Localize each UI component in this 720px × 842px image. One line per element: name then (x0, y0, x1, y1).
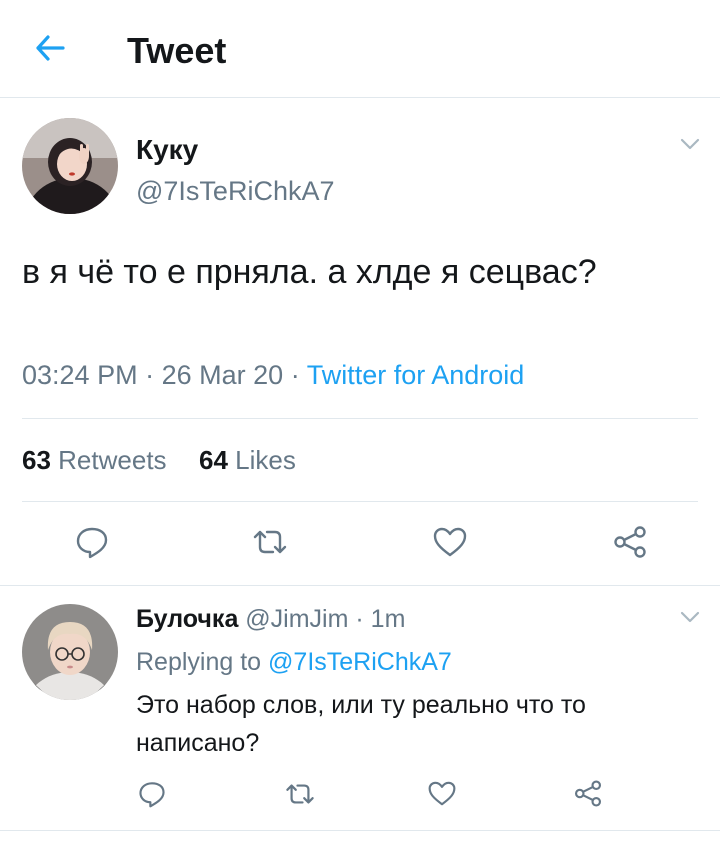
top-bar: Tweet (0, 0, 720, 98)
reply-button[interactable] (70, 522, 114, 566)
tweet-source-link[interactable]: Twitter for Android (307, 360, 525, 390)
share-icon (574, 780, 602, 812)
reply-author-avatar[interactable] (22, 604, 118, 700)
retweet-icon (251, 527, 289, 562)
author-avatar[interactable] (22, 118, 118, 214)
share-icon (613, 525, 647, 563)
back-button[interactable] (30, 32, 70, 68)
tweet-date: 26 Mar 20 (161, 360, 284, 390)
retweets-count: 63 (22, 445, 51, 475)
reply-header: Булочка @JimJim · 1m (136, 605, 405, 634)
retweet-button[interactable] (248, 522, 292, 566)
chevron-down-icon (680, 137, 700, 155)
divider (22, 418, 698, 419)
likes-stat[interactable]: 64 Likes (199, 445, 296, 475)
heart-icon (433, 527, 467, 562)
reply-age: 1m (370, 605, 406, 633)
divider (0, 830, 720, 831)
tweet-time: 03:24 PM (22, 360, 138, 390)
reply-author-handle[interactable]: @JimJim (245, 605, 348, 633)
tweet-stats: 63 Retweets 64 Likes (22, 445, 296, 476)
tweet-menu-button[interactable] (678, 137, 702, 155)
meta-separator: · (290, 360, 300, 390)
reply-reply-button[interactable] (132, 776, 172, 816)
reply-menu-button[interactable] (678, 610, 702, 628)
likes-count: 64 (199, 445, 228, 475)
heart-icon (428, 781, 456, 811)
replying-label: Replying to (136, 648, 262, 676)
chevron-down-icon (680, 610, 700, 628)
retweets-label: Retweets (58, 445, 167, 475)
replying-to-mention[interactable]: @7IsTeRiChkA7 (268, 648, 452, 676)
tweet-text: в я чё то е прняла. а хлде я сецвас? (22, 253, 597, 291)
replying-to: Replying to @7IsTeRiChkA7 (136, 648, 452, 677)
author-handle[interactable]: @7IsTeRiChkA7 (136, 176, 334, 207)
tweet-meta: 03:24 PM · 26 Mar 20 · Twitter for Andro… (22, 360, 524, 391)
reply-icon (75, 525, 109, 564)
arrow-left-icon (35, 34, 65, 66)
retweet-icon (284, 781, 316, 812)
likes-label: Likes (235, 445, 296, 475)
retweets-stat[interactable]: 63 Retweets (22, 445, 167, 475)
meta-separator: · (145, 360, 155, 390)
share-button[interactable] (608, 522, 652, 566)
reply-like-button[interactable] (422, 776, 462, 816)
divider (0, 585, 720, 586)
page-title: Tweet (127, 30, 227, 71)
author-name[interactable]: Куку (136, 134, 198, 166)
reply-icon (138, 780, 166, 813)
reply-text: Это набор слов, или ту реально что то на… (136, 691, 586, 757)
divider (22, 501, 698, 502)
reply-author-name[interactable]: Булочка (136, 605, 238, 633)
reply-retweet-button[interactable] (280, 776, 320, 816)
like-button[interactable] (428, 522, 472, 566)
meta-separator: · (355, 605, 364, 633)
reply-share-button[interactable] (568, 776, 608, 816)
